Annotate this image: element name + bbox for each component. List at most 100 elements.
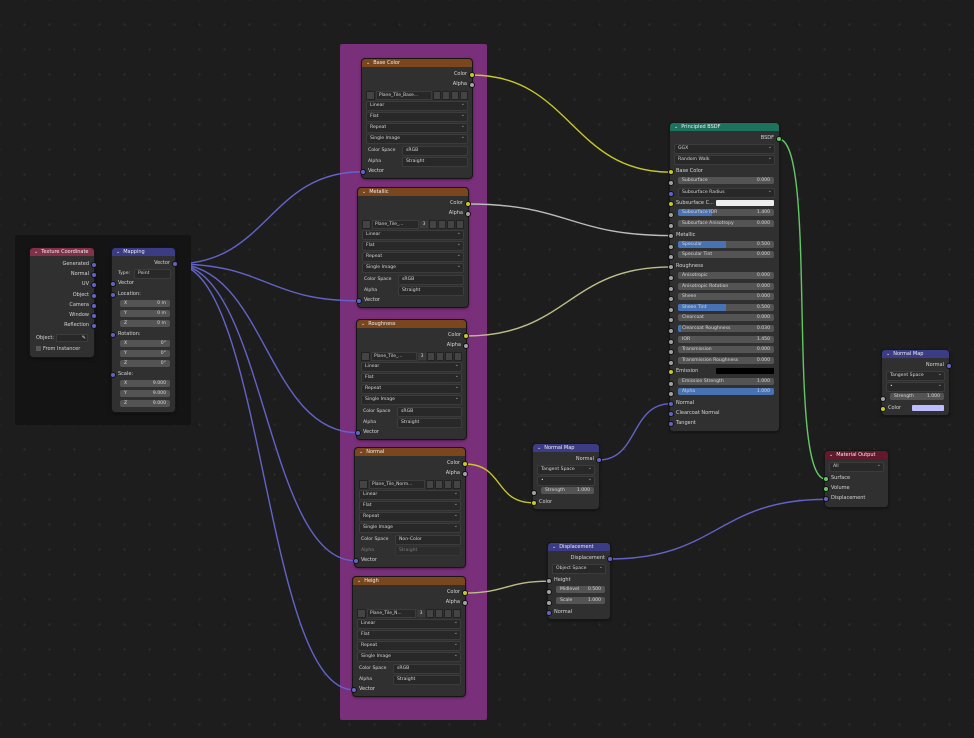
tex2-node[interactable]: ⌄ Roughness Color Alpha Plane_Tile_... 3 Linea…	[354, 319, 469, 440]
tex4-node-header[interactable]: ⌄ Heigh	[353, 577, 465, 585]
disp-out[interactable]	[606, 556, 613, 562]
tex2-users[interactable]: 3	[418, 352, 426, 360]
tex0-interpolation[interactable]: Linear	[366, 100, 468, 112]
chevron-down-icon[interactable]: ⌄	[362, 188, 366, 196]
chevron-down-icon[interactable]: ⌄	[34, 248, 38, 256]
subsurface-radius-dropdown[interactable]: Subsurface Radius	[678, 187, 775, 198]
link-mapping-tex2[interactable]	[174, 263, 358, 434]
bsdf-sssradius[interactable]	[667, 190, 674, 197]
chevron-down-icon[interactable]: ⌄	[366, 59, 370, 67]
map-rot[interactable]	[109, 331, 116, 338]
disp-mid[interactable]	[545, 589, 552, 596]
normalmap2-strength-slider[interactable]: Strength 1.000	[890, 393, 944, 401]
bsdf-r4-8-slider[interactable]: Transmission Roughness 0.000	[678, 356, 774, 364]
bsdf-r4-4-slider[interactable]: Clearcoat 0.000	[678, 314, 774, 322]
map-scl-field-y[interactable]: Y 9.000	[120, 390, 170, 398]
normalmap2-space-dropdown[interactable]: Tangent Space	[886, 370, 945, 382]
tc-uv[interactable]	[90, 282, 97, 289]
tc-camera[interactable]	[90, 302, 97, 309]
map-loc-field-z[interactable]: Z 0 m	[120, 319, 170, 327]
tex3-node-header[interactable]: ⌄ Normal	[355, 448, 465, 456]
tex0-image-name[interactable]: Plane_Tile_Base...	[376, 90, 432, 100]
tc-normal[interactable]	[90, 272, 97, 279]
tex1-image-browse-icon[interactable]	[362, 219, 371, 229]
tex4-shield-icon[interactable]	[426, 608, 434, 618]
bsdf-r4-1[interactable]	[667, 285, 674, 292]
texcoord-node[interactable]: ⌄ Texture Coordinate Generated Normal UV Obje…	[29, 247, 97, 358]
bsdf-r3-0[interactable]	[667, 243, 674, 250]
from-instancer-checkbox[interactable]	[36, 345, 41, 351]
tex4-source[interactable]: Single Image	[357, 651, 461, 663]
tc-window[interactable]	[90, 312, 97, 319]
tex0-extension[interactable]: Repeat	[366, 122, 468, 134]
tex0-close-icon[interactable]	[460, 90, 468, 100]
sss-color-swatch[interactable]	[716, 200, 774, 207]
link-mapping-tex4[interactable]	[174, 263, 354, 691]
bsdf-r4-5-slider[interactable]: Clearcoat Roughness 0.030	[678, 325, 774, 333]
bsdf-normal[interactable]	[667, 400, 674, 407]
tex2-source[interactable]: Single Image	[361, 394, 462, 406]
tex4-projection[interactable]: Flat	[357, 629, 461, 641]
tex1-alpha[interactable]	[464, 211, 471, 218]
tex2-duplicate-icon[interactable]	[436, 351, 444, 361]
map-loc[interactable]	[109, 291, 116, 298]
texcoord-node-header[interactable]: ⌄ Texture Coordinate	[30, 248, 94, 256]
map-out[interactable]	[171, 261, 178, 267]
tex4-vector[interactable]	[350, 686, 357, 693]
bsdf-r4-5[interactable]	[667, 328, 674, 335]
tex0-folder-icon[interactable]	[451, 90, 459, 100]
map-rot-field-x[interactable]: X 0°	[120, 339, 170, 347]
chevron-down-icon[interactable]: ⌄	[116, 248, 120, 256]
distribution-dropdown[interactable]: GGX	[674, 143, 775, 155]
normalmap1-color[interactable]	[530, 499, 537, 506]
normalmap1-strength-slider[interactable]: Strength 1.000	[541, 487, 594, 495]
chevron-down-icon[interactable]: ⌄	[537, 444, 541, 452]
bsdf-ccnormal[interactable]	[667, 411, 674, 417]
bsdf-r3-1-slider[interactable]: Specular Tint 0.000	[678, 251, 774, 259]
mapping-node-header[interactable]: ⌄ Mapping	[112, 248, 175, 256]
bsdf-r2-0[interactable]	[667, 212, 674, 219]
tex4-image-name[interactable]: Plane_Tile_N...	[367, 608, 416, 618]
tc-object[interactable]	[90, 292, 97, 299]
bsdf-r4-3-slider[interactable]: Sheen Tint 0.500	[678, 303, 774, 311]
displacement-node-header[interactable]: ⌄ Displacement	[548, 543, 610, 551]
normalmap2-uvmap-field[interactable]: •	[886, 381, 945, 393]
normalmap1-uvmap-field[interactable]: •	[537, 475, 595, 487]
tex3-folder-icon[interactable]	[444, 479, 452, 489]
bsdf-r5-1[interactable]	[667, 391, 674, 398]
chevron-down-icon[interactable]: ⌄	[357, 577, 361, 585]
normalmap1-out[interactable]	[595, 457, 602, 463]
disp-height[interactable]	[545, 578, 552, 585]
tex3-vector[interactable]	[352, 557, 359, 564]
map-rot-field-z[interactable]: Z 0°	[120, 359, 170, 367]
tex0-projection[interactable]: Flat	[366, 111, 468, 123]
bsdf-r3-0-slider[interactable]: Specular 0.500	[678, 240, 774, 248]
tex3-shield-icon[interactable]	[426, 479, 434, 489]
bsdf-emission[interactable]	[667, 369, 674, 376]
tex4-image-browse-icon[interactable]	[357, 608, 366, 618]
bsdf-ssscolor[interactable]	[667, 201, 674, 208]
tex1-source[interactable]: Single Image	[362, 262, 464, 274]
bsdf-basecolor[interactable]	[667, 169, 674, 176]
link-displacement[interactable]	[609, 498, 826, 560]
map-loc-field-x[interactable]: X 0 m	[120, 299, 170, 307]
bsdf-r4-0[interactable]	[667, 275, 674, 282]
map-loc-field-y[interactable]: Y 0 m	[120, 309, 170, 317]
disp-normal[interactable]	[545, 609, 552, 616]
map-scl-field-z[interactable]: Z 9.000	[120, 400, 170, 408]
tex0-source[interactable]: Single Image	[366, 133, 468, 145]
chevron-down-icon[interactable]: ⌄	[829, 451, 833, 459]
bsdf-r4-3[interactable]	[667, 306, 674, 313]
tex0-image-browse-icon[interactable]	[366, 90, 375, 100]
tex3-extension[interactable]: Repeat	[359, 511, 461, 523]
bsdf-metallic[interactable]	[667, 232, 674, 239]
out-surface[interactable]	[822, 476, 829, 482]
tex1-folder-icon[interactable]	[447, 219, 455, 229]
map-scl-field-x[interactable]: X 9.000	[120, 380, 170, 388]
normalmap1-space-dropdown[interactable]: Tangent Space	[537, 464, 595, 476]
disp-space-dropdown[interactable]: Object Space	[552, 563, 606, 575]
link-mapping-tex3[interactable]	[174, 263, 356, 562]
tex1-vector[interactable]	[355, 297, 362, 304]
normalmap2-out[interactable]	[945, 363, 952, 369]
bsdf-r2-1-slider[interactable]: Subsurface Anisotropy 0.000	[678, 219, 774, 227]
